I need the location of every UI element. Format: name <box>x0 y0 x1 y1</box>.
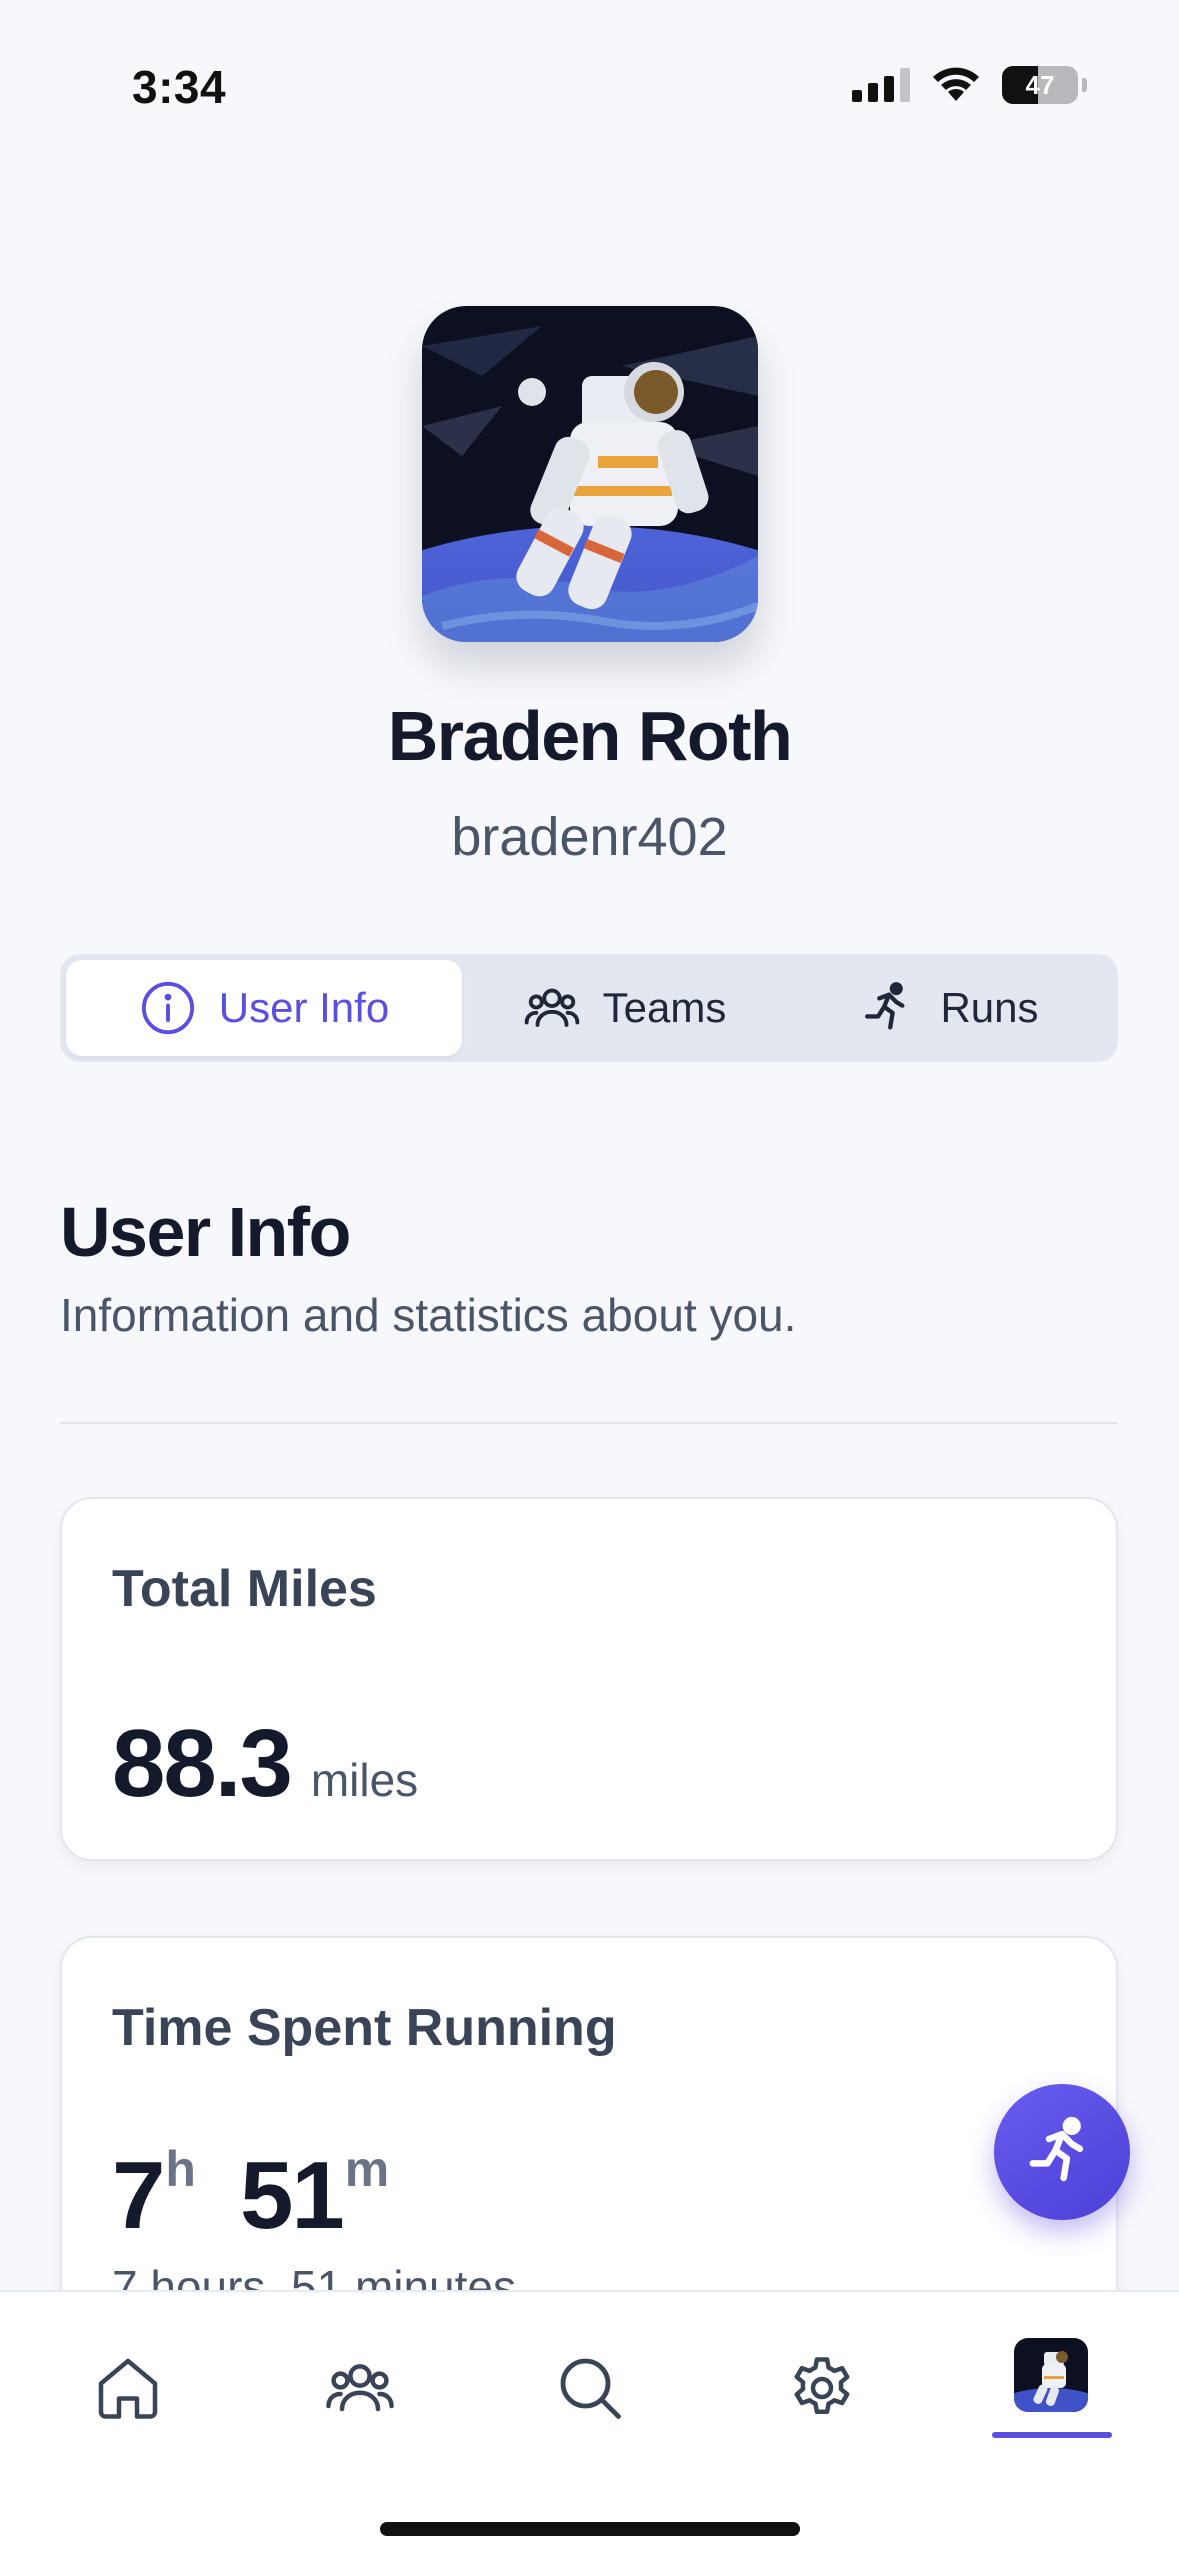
bottom-nav <box>0 2290 1179 2556</box>
time-running-value: 7 h 51 m <box>112 2142 389 2249</box>
tab-label: Teams <box>602 984 727 1031</box>
minutes-number: 51 <box>239 2142 345 2249</box>
section-title: User Info <box>60 1193 351 1271</box>
info-icon <box>141 981 194 1035</box>
users-icon <box>524 988 579 1027</box>
tab-user-info[interactable]: User Info <box>66 960 462 1056</box>
minutes-unit: m <box>344 2141 390 2197</box>
active-tab-indicator <box>992 2432 1112 2438</box>
tab-runs[interactable]: Runs <box>787 960 1112 1056</box>
profile-avatar[interactable] <box>422 306 758 642</box>
tab-label: User Info <box>218 984 390 1031</box>
status-icons: 47 <box>852 66 1087 104</box>
tab-label: Runs <box>940 984 1039 1031</box>
total-miles-value: 88.3 miles <box>112 1709 418 1819</box>
search-icon <box>560 2358 621 2419</box>
runner-icon <box>1029 2116 1084 2182</box>
card-title: Time Spent Running <box>112 1999 617 2057</box>
profile-name: Braden Roth <box>387 697 793 775</box>
section-subtitle: Information and statistics about you. <box>60 1289 797 1341</box>
tab-teams[interactable]: Teams <box>462 960 787 1056</box>
battery-level: 47 <box>1025 69 1055 100</box>
hours-unit: h <box>165 2141 196 2197</box>
total-miles-card: Total Miles 88.3 miles <box>60 1497 1118 1861</box>
nav-home[interactable] <box>88 2348 168 2428</box>
profile-tabs: User Info Teams Runs <box>60 954 1118 1062</box>
start-run-button[interactable] <box>994 2084 1130 2220</box>
miles-number: 88.3 <box>112 1710 293 1817</box>
runner-icon <box>865 982 905 1030</box>
nav-teams[interactable] <box>320 2348 400 2428</box>
profile-screen: 3:34 47 Braden Roth bradenr402 User Info… <box>0 0 1179 2556</box>
gear-icon <box>794 2357 850 2414</box>
profile-username: bradenr402 <box>451 807 728 867</box>
divider <box>60 1422 1118 1424</box>
users-icon <box>326 2364 394 2412</box>
signal-icon <box>852 68 910 102</box>
battery-icon: 47 <box>1002 66 1078 104</box>
home-indicator <box>380 2522 800 2536</box>
home-icon <box>98 2358 158 2419</box>
nav-search[interactable] <box>550 2348 630 2428</box>
nav-profile-avatar[interactable] <box>1014 2338 1088 2412</box>
hours-number: 7 <box>112 2142 165 2249</box>
card-title: Total Miles <box>112 1560 377 1618</box>
nav-settings[interactable] <box>782 2348 862 2428</box>
status-time: 3:34 <box>132 61 227 113</box>
miles-unit: miles <box>310 1754 419 1806</box>
wifi-icon <box>933 67 979 101</box>
